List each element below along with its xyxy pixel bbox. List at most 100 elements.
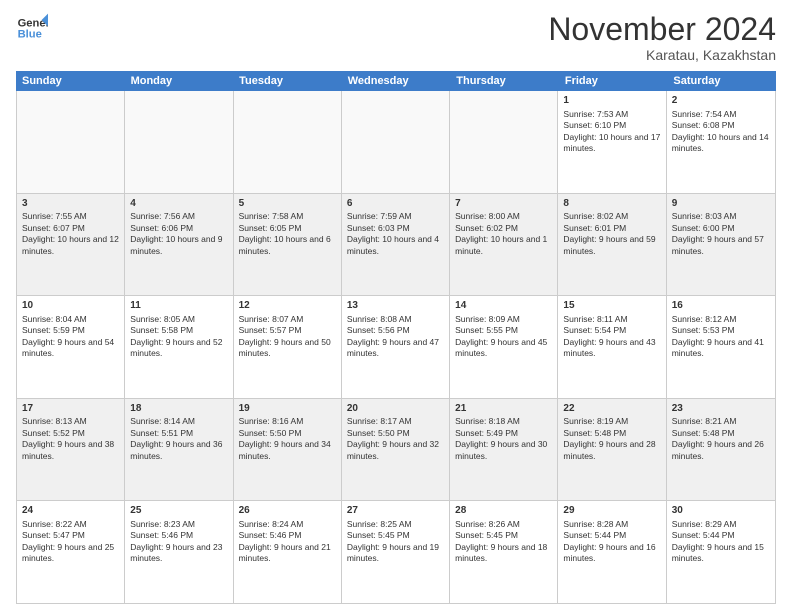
day-cell-10: 10Sunrise: 8:04 AMSunset: 5:59 PMDayligh…	[17, 296, 125, 398]
day-cell-30: 30Sunrise: 8:29 AMSunset: 5:44 PMDayligh…	[667, 501, 775, 603]
svg-text:Blue: Blue	[18, 29, 42, 41]
day-info-line: Daylight: 9 hours and 30 minutes.	[455, 439, 552, 462]
day-cell-23: 23Sunrise: 8:21 AMSunset: 5:48 PMDayligh…	[667, 399, 775, 501]
day-info-line: Sunrise: 8:09 AM	[455, 314, 552, 325]
calendar-week-2: 3Sunrise: 7:55 AMSunset: 6:07 PMDaylight…	[17, 194, 775, 297]
day-cell-11: 11Sunrise: 8:05 AMSunset: 5:58 PMDayligh…	[125, 296, 233, 398]
day-info-line: Sunrise: 8:18 AM	[455, 416, 552, 427]
day-info-line: Sunset: 5:53 PM	[672, 325, 770, 336]
day-info-line: Daylight: 9 hours and 41 minutes.	[672, 337, 770, 360]
day-info-line: Sunset: 6:01 PM	[563, 223, 660, 234]
day-cell-16: 16Sunrise: 8:12 AMSunset: 5:53 PMDayligh…	[667, 296, 775, 398]
day-number: 28	[455, 504, 552, 518]
day-info-line: Sunset: 5:54 PM	[563, 325, 660, 336]
day-info-line: Sunset: 5:51 PM	[130, 428, 227, 439]
day-info-line: Daylight: 10 hours and 4 minutes.	[347, 234, 444, 257]
empty-cell	[234, 91, 342, 193]
day-number: 1	[563, 94, 660, 108]
day-number: 11	[130, 299, 227, 313]
day-info-line: Sunrise: 8:21 AM	[672, 416, 770, 427]
day-info-line: Sunrise: 8:11 AM	[563, 314, 660, 325]
day-info-line: Daylight: 9 hours and 21 minutes.	[239, 542, 336, 565]
day-cell-3: 3Sunrise: 7:55 AMSunset: 6:07 PMDaylight…	[17, 194, 125, 296]
day-info-line: Sunset: 6:03 PM	[347, 223, 444, 234]
day-info-line: Sunset: 5:48 PM	[672, 428, 770, 439]
day-number: 16	[672, 299, 770, 313]
day-cell-29: 29Sunrise: 8:28 AMSunset: 5:44 PMDayligh…	[558, 501, 666, 603]
day-info-line: Sunset: 5:45 PM	[347, 530, 444, 541]
day-info-line: Sunrise: 7:55 AM	[22, 211, 119, 222]
day-cell-20: 20Sunrise: 8:17 AMSunset: 5:50 PMDayligh…	[342, 399, 450, 501]
day-info-line: Sunset: 5:58 PM	[130, 325, 227, 336]
day-header-tuesday: Tuesday	[233, 71, 342, 91]
day-info-line: Daylight: 9 hours and 28 minutes.	[563, 439, 660, 462]
day-info-line: Daylight: 9 hours and 59 minutes.	[563, 234, 660, 257]
day-cell-5: 5Sunrise: 7:58 AMSunset: 6:05 PMDaylight…	[234, 194, 342, 296]
day-info-line: Daylight: 9 hours and 25 minutes.	[22, 542, 119, 565]
day-info-line: Sunrise: 8:22 AM	[22, 519, 119, 530]
day-info-line: Sunrise: 8:12 AM	[672, 314, 770, 325]
day-cell-2: 2Sunrise: 7:54 AMSunset: 6:08 PMDaylight…	[667, 91, 775, 193]
logo: General Blue	[16, 12, 48, 44]
day-info-line: Sunset: 5:56 PM	[347, 325, 444, 336]
day-info-line: Sunrise: 7:54 AM	[672, 109, 770, 120]
day-info-line: Daylight: 9 hours and 45 minutes.	[455, 337, 552, 360]
day-info-line: Sunset: 5:44 PM	[672, 530, 770, 541]
day-info-line: Daylight: 9 hours and 26 minutes.	[672, 439, 770, 462]
day-info-line: Sunset: 6:10 PM	[563, 120, 660, 131]
day-number: 26	[239, 504, 336, 518]
day-info-line: Sunset: 6:08 PM	[672, 120, 770, 131]
day-header-saturday: Saturday	[667, 71, 776, 91]
day-info-line: Sunrise: 8:05 AM	[130, 314, 227, 325]
day-number: 30	[672, 504, 770, 518]
day-info-line: Sunset: 5:52 PM	[22, 428, 119, 439]
title-block: November 2024 Karatau, Kazakhstan	[548, 12, 776, 63]
calendar-week-4: 17Sunrise: 8:13 AMSunset: 5:52 PMDayligh…	[17, 399, 775, 502]
month-title: November 2024	[548, 12, 776, 47]
day-info-line: Sunset: 5:47 PM	[22, 530, 119, 541]
day-info-line: Sunrise: 7:58 AM	[239, 211, 336, 222]
day-cell-1: 1Sunrise: 7:53 AMSunset: 6:10 PMDaylight…	[558, 91, 666, 193]
day-info-line: Daylight: 9 hours and 23 minutes.	[130, 542, 227, 565]
calendar-week-5: 24Sunrise: 8:22 AMSunset: 5:47 PMDayligh…	[17, 501, 775, 603]
day-info-line: Daylight: 10 hours and 9 minutes.	[130, 234, 227, 257]
empty-cell	[342, 91, 450, 193]
day-number: 22	[563, 402, 660, 416]
day-info-line: Daylight: 10 hours and 6 minutes.	[239, 234, 336, 257]
day-info-line: Sunset: 6:06 PM	[130, 223, 227, 234]
day-number: 3	[22, 197, 119, 211]
day-info-line: Sunset: 5:45 PM	[455, 530, 552, 541]
day-number: 9	[672, 197, 770, 211]
day-number: 20	[347, 402, 444, 416]
day-cell-17: 17Sunrise: 8:13 AMSunset: 5:52 PMDayligh…	[17, 399, 125, 501]
day-info-line: Sunrise: 8:08 AM	[347, 314, 444, 325]
day-cell-24: 24Sunrise: 8:22 AMSunset: 5:47 PMDayligh…	[17, 501, 125, 603]
day-header-sunday: Sunday	[16, 71, 125, 91]
day-number: 15	[563, 299, 660, 313]
day-cell-13: 13Sunrise: 8:08 AMSunset: 5:56 PMDayligh…	[342, 296, 450, 398]
day-info-line: Sunset: 5:48 PM	[563, 428, 660, 439]
day-number: 29	[563, 504, 660, 518]
day-number: 19	[239, 402, 336, 416]
day-info-line: Daylight: 9 hours and 32 minutes.	[347, 439, 444, 462]
day-info-line: Sunrise: 8:26 AM	[455, 519, 552, 530]
day-info-line: Daylight: 9 hours and 52 minutes.	[130, 337, 227, 360]
day-info-line: Sunset: 6:02 PM	[455, 223, 552, 234]
calendar-week-3: 10Sunrise: 8:04 AMSunset: 5:59 PMDayligh…	[17, 296, 775, 399]
day-number: 7	[455, 197, 552, 211]
calendar-header: SundayMondayTuesdayWednesdayThursdayFrid…	[16, 71, 776, 91]
day-number: 27	[347, 504, 444, 518]
day-cell-27: 27Sunrise: 8:25 AMSunset: 5:45 PMDayligh…	[342, 501, 450, 603]
day-info-line: Sunset: 6:00 PM	[672, 223, 770, 234]
day-number: 17	[22, 402, 119, 416]
day-number: 21	[455, 402, 552, 416]
day-info-line: Daylight: 9 hours and 36 minutes.	[130, 439, 227, 462]
day-cell-6: 6Sunrise: 7:59 AMSunset: 6:03 PMDaylight…	[342, 194, 450, 296]
day-info-line: Sunrise: 8:16 AM	[239, 416, 336, 427]
day-number: 14	[455, 299, 552, 313]
day-number: 10	[22, 299, 119, 313]
day-info-line: Sunrise: 8:25 AM	[347, 519, 444, 530]
day-cell-18: 18Sunrise: 8:14 AMSunset: 5:51 PMDayligh…	[125, 399, 233, 501]
day-number: 8	[563, 197, 660, 211]
day-number: 12	[239, 299, 336, 313]
